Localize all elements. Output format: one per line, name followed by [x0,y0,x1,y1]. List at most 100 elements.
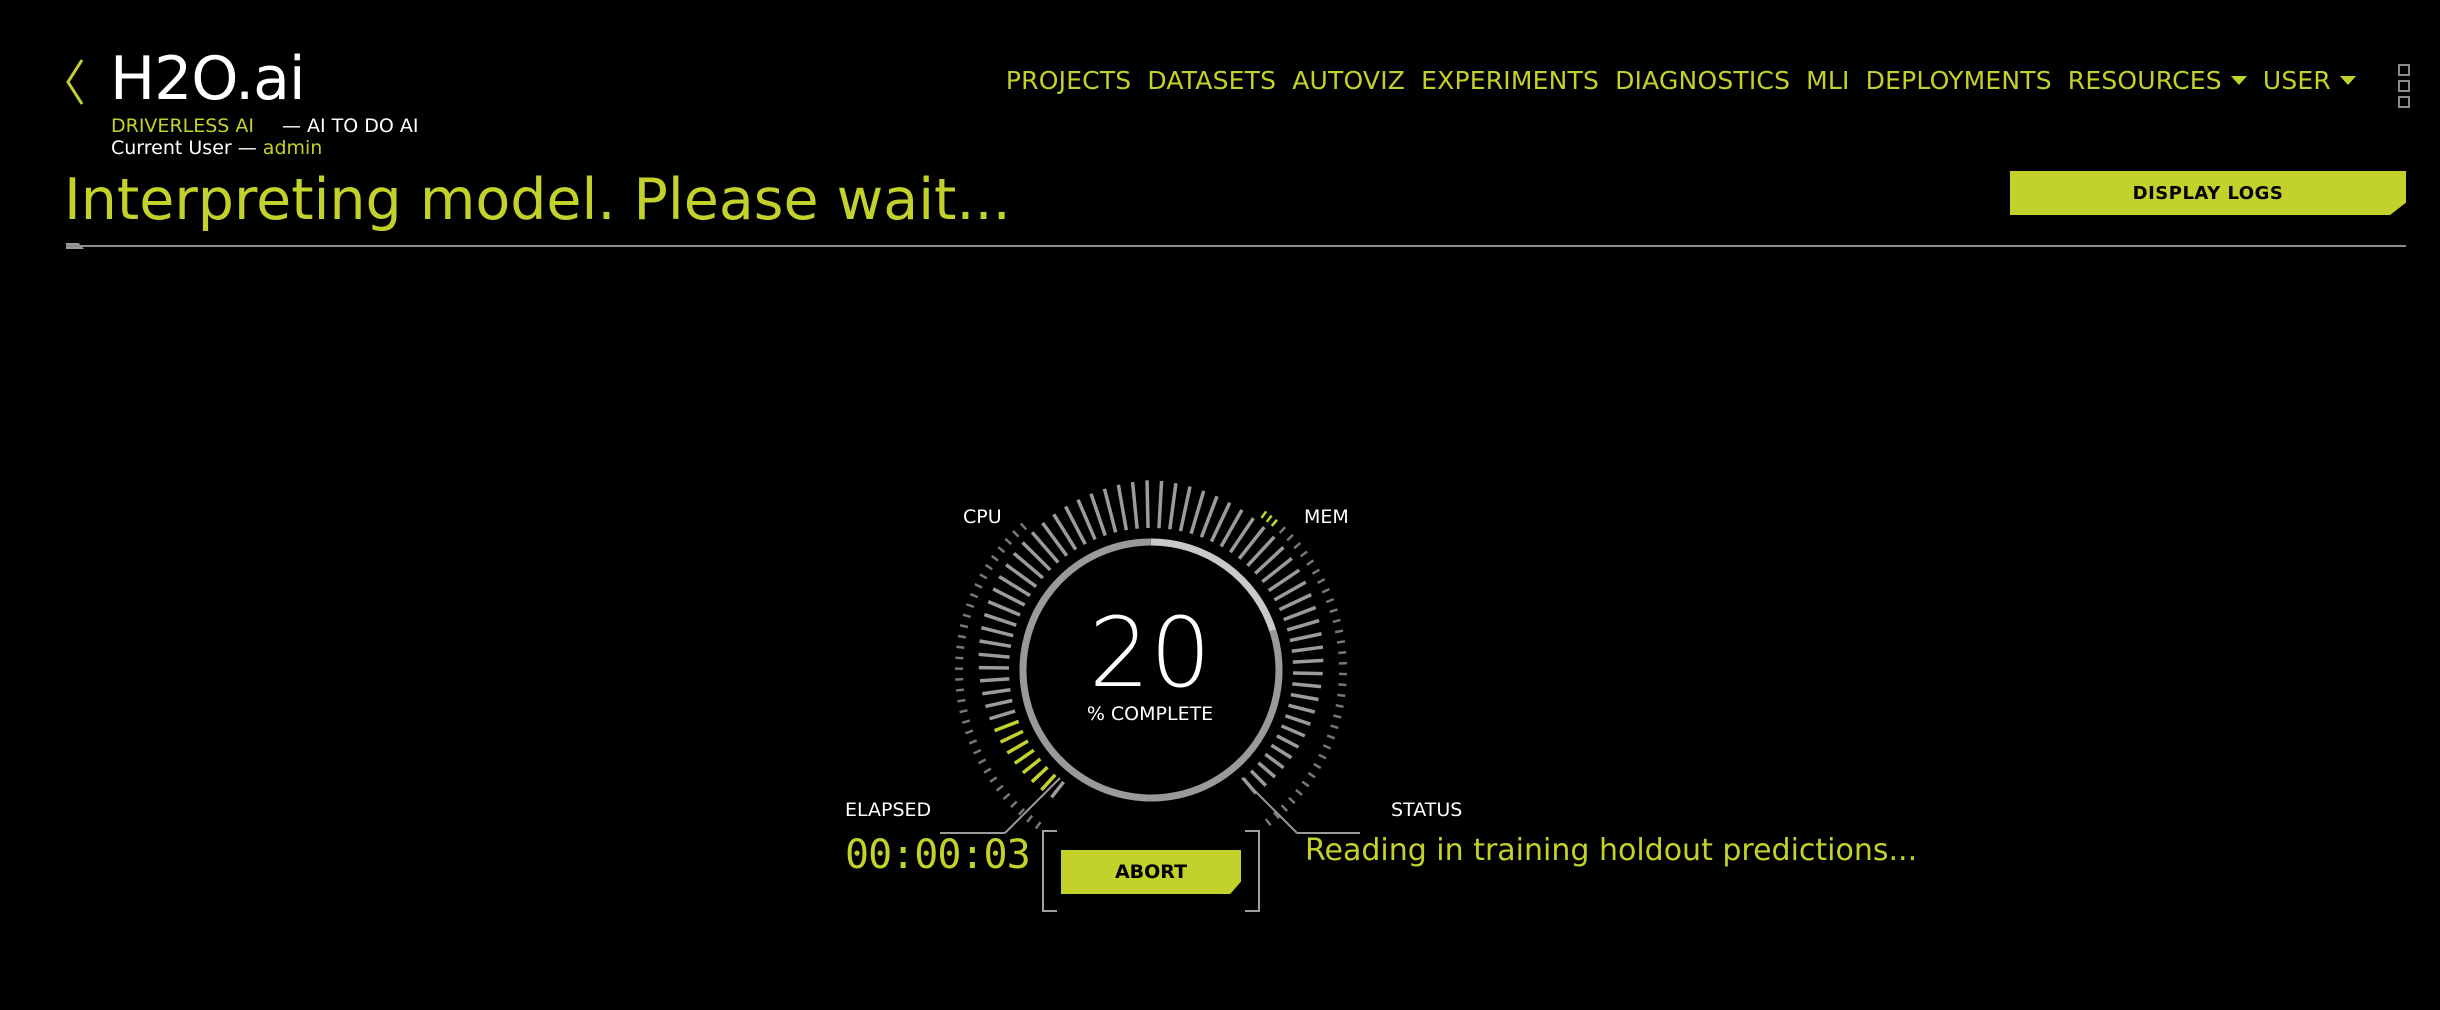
nav-label: AUTOVIZ [1292,66,1406,95]
gauge-tick [1307,771,1316,779]
gauge-tick [1286,618,1320,632]
gauge-tick [1292,682,1322,689]
nav-label: DIAGNOSTICS [1615,66,1791,95]
gauge-tick [1306,559,1315,566]
gauge-tick [1168,482,1178,530]
nav-autoviz[interactable]: AUTOVIZ [1292,66,1405,95]
gauge-tick [1292,658,1324,664]
elapsed-label: ELAPSED [845,799,932,821]
gauge-tick [1178,486,1192,532]
nav-resources[interactable]: RESOURCES [2068,66,2247,95]
gauge-tick [989,776,998,783]
gauge-tick [1293,542,1302,550]
gauge-tick [1264,752,1285,770]
percent-complete-label: % COMPLETE [1086,703,1214,725]
gauge-tick [990,554,999,562]
gauge-tick [980,626,1014,638]
gauge-tick [1322,744,1332,750]
gauge-tick [993,719,1020,733]
gauge-tick [957,634,967,639]
gauge-tick [959,709,968,714]
chevron-left-icon[interactable] [64,58,86,106]
gauge-tick [1288,796,1296,805]
gauge-tick [1326,734,1336,740]
logo[interactable]: H2O.ai [110,44,306,114]
gauge-tick [962,613,972,619]
gauge-tick [1270,743,1293,760]
gauge-tick [1321,587,1331,594]
gauge-tick [1012,530,1020,538]
gauge-tick [984,563,993,571]
tagline: — AI TO DO AI [282,115,419,137]
gauge-tick [1265,514,1273,523]
gauge-tick [1013,748,1035,765]
current-user: Current User — admin [111,136,322,160]
gauge-tick [957,698,966,703]
title-divider [66,245,2406,247]
status-label: STATUS [1391,799,1463,821]
display-logs-button[interactable]: DISPLAY LOGS [2010,171,2406,215]
gauge-tick [1102,488,1118,533]
gauge-tick [979,573,988,580]
gauge-tick [1019,522,1028,531]
gauge-tick [995,784,1004,792]
gauge-tick [1010,800,1018,809]
nav-user[interactable]: USER [2263,66,2356,95]
gauge-tick [1317,578,1326,585]
nav-projects[interactable]: PROJECTS [1006,66,1132,95]
gauge-tick [1026,814,1034,823]
gauge-tick [979,639,1012,649]
gauge-tick [1338,683,1347,687]
cpu-label: CPU [963,506,1002,528]
gauge-tick [1157,480,1164,529]
gauge-tick [1288,703,1316,714]
page-title: Interpreting model. Please wait... [64,167,1011,233]
gauge-tick [1313,762,1322,770]
gauge-tick [1329,608,1338,614]
gauge-tick [1034,821,1042,830]
nav-label: DEPLOYMENTS [1865,66,2052,95]
gauge-tick [999,729,1024,744]
gauge-tick [955,656,964,660]
gauge-tick [1318,753,1327,760]
gauge-tick [1249,769,1268,787]
gauge-tick [1002,792,1011,801]
gauge-tick [979,677,1010,683]
gauge-tick [1006,739,1029,755]
gauge-tick [1264,818,1272,827]
gauge-tick [1276,734,1300,749]
gauge-tick [1332,618,1341,624]
current-user-label: Current User — [111,137,257,159]
abort-button[interactable]: ABORT [1061,850,1241,894]
nav-datasets[interactable]: DATASETS [1147,66,1276,95]
gauge-tick [1278,593,1312,612]
current-user-name: admin [262,137,323,159]
gauge-tick [1260,510,1268,519]
gauge-tick [1116,484,1129,531]
app-grid-icon[interactable] [2398,64,2412,108]
caret-down-icon [2230,76,2247,85]
gauge-tick [1021,757,1042,775]
gauge-tick [983,767,992,774]
nav-deployments[interactable]: DEPLOYMENTS [1866,66,2052,95]
gauge-tick [1270,519,1278,527]
gauge-tick [1283,605,1317,622]
gauge-tick [1145,480,1150,529]
gauge-tick [1278,526,1287,534]
nav-label: RESOURCES [2067,66,2222,95]
gauge-tick [1335,703,1344,708]
gauge-tick [1030,765,1049,784]
gauge-tick [1334,629,1344,634]
gauge-tick [969,592,979,599]
percent-complete-value: 20 [1088,597,1212,709]
gauge-tick [978,652,1010,659]
gauge-tick [989,709,1016,721]
nav-experiments[interactable]: EXPERIMENTS [1421,66,1599,95]
caret-down-icon [2340,76,2356,85]
nav-diagnostics[interactable]: DIAGNOSTICS [1615,66,1790,95]
nav-mli[interactable]: MLI [1806,66,1849,95]
elapsed-value: 00:00:03 [845,832,1031,878]
gauge-tick [959,624,969,629]
nav-label: MLI [1806,66,1850,95]
gauge-tick [982,688,1011,696]
